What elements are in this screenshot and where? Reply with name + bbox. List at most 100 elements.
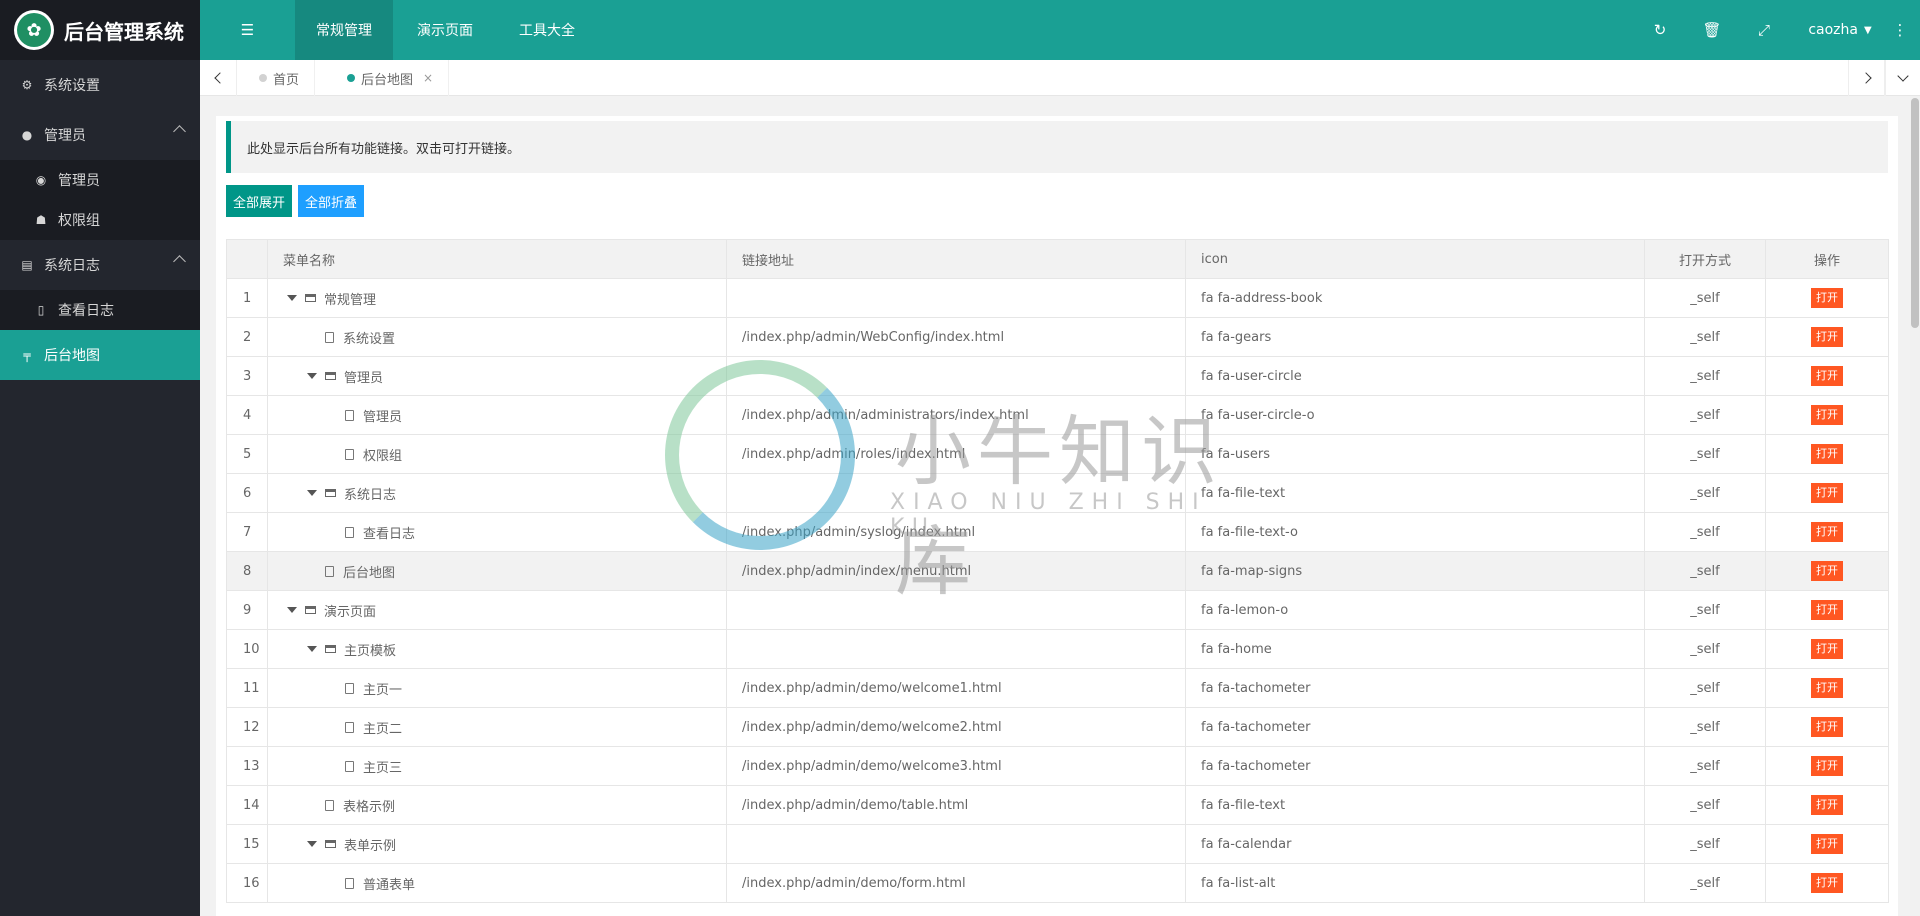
menu-name-cell[interactable]: 演示页面: [267, 590, 727, 630]
fullscreen-button[interactable]: ⤢: [1744, 0, 1784, 60]
caret-down-icon[interactable]: [307, 490, 317, 496]
open-button[interactable]: 打开: [1811, 834, 1843, 854]
open-button[interactable]: 打开: [1811, 366, 1843, 386]
menu-name-cell[interactable]: 表格示例: [267, 785, 727, 825]
table-row[interactable]: 4 管理员 /index.php/admin/administrators/in…: [226, 395, 1889, 435]
menu-name-cell[interactable]: 普通表单: [267, 863, 727, 903]
file-text-icon: ▤: [21, 258, 33, 272]
menu-name-cell[interactable]: 表单示例: [267, 824, 727, 864]
expand-all-button[interactable]: 全部展开: [226, 185, 293, 217]
caret-down-icon[interactable]: [307, 841, 317, 847]
caret-down-icon[interactable]: [307, 646, 317, 652]
table-row[interactable]: 1 常规管理 fa fa-address-book _self 打开: [226, 278, 1889, 318]
open-button[interactable]: 打开: [1811, 483, 1843, 503]
open-button[interactable]: 打开: [1811, 288, 1843, 308]
open-button[interactable]: 打开: [1811, 873, 1843, 893]
target-cell: _self: [1644, 629, 1766, 669]
tab-site-map[interactable]: 后台地图 ×: [332, 60, 450, 96]
table-row[interactable]: 2 系统设置 /index.php/admin/WebConfig/index.…: [226, 317, 1889, 357]
sidebar-item-view-log[interactable]: ▯ 查看日志: [0, 290, 200, 330]
menu-name-cell[interactable]: 主页模板: [267, 629, 727, 669]
open-button[interactable]: 打开: [1811, 444, 1843, 464]
open-button[interactable]: 打开: [1811, 678, 1843, 698]
open-button[interactable]: 打开: [1811, 756, 1843, 776]
menu-name-cell[interactable]: 管理员: [267, 395, 727, 435]
sidebar-item-admins[interactable]: ◉ 管理员: [0, 160, 200, 200]
icon-class-cell: fa fa-list-alt: [1185, 863, 1645, 903]
menu-name-cell[interactable]: 后台地图: [267, 551, 727, 591]
menu-name-cell[interactable]: 主页二: [267, 707, 727, 747]
column-header[interactable]: 打开方式: [1644, 239, 1766, 279]
column-header[interactable]: icon: [1185, 239, 1645, 279]
tabs-scroll-right-button[interactable]: [1848, 60, 1886, 96]
menu-name-cell[interactable]: 管理员: [267, 356, 727, 396]
file-text-o-icon: ▯: [37, 303, 45, 317]
row-index: 5: [226, 434, 268, 474]
url-cell: /index.php/admin/demo/form.html: [726, 863, 1186, 903]
refresh-button[interactable]: ↻: [1640, 0, 1680, 60]
caret-down-icon[interactable]: [287, 607, 297, 613]
open-button[interactable]: 打开: [1811, 639, 1843, 659]
icon-class-cell: fa fa-tachometer: [1185, 707, 1645, 747]
sidebar-item-system-settings[interactable]: ⚙ 系统设置: [0, 60, 200, 110]
open-button[interactable]: 打开: [1811, 600, 1843, 620]
table-row[interactable]: 12 主页二 /index.php/admin/demo/welcome2.ht…: [226, 707, 1889, 747]
tabs-menu-button[interactable]: [1884, 60, 1920, 96]
table-row[interactable]: 16 普通表单 /index.php/admin/demo/form.html …: [226, 863, 1889, 903]
table-row[interactable]: 10 主页模板 fa fa-home _self 打开: [226, 629, 1889, 669]
column-header[interactable]: 菜单名称: [267, 239, 727, 279]
user-menu[interactable]: caozha ▼: [1800, 0, 1880, 60]
sidebar-item-roles[interactable]: ☗ 权限组: [0, 200, 200, 240]
sidebar-item-site-map[interactable]: ╤ 后台地图: [0, 330, 200, 380]
open-button[interactable]: 打开: [1811, 795, 1843, 815]
open-button[interactable]: 打开: [1811, 327, 1843, 347]
menu-toggle-button[interactable]: ☰: [200, 0, 295, 60]
top-nav-item[interactable]: 演示页面: [395, 0, 495, 60]
menu-tree-table: 菜单名称 链接地址 icon 打开方式 操作 1 常规管理 fa fa-addr…: [226, 239, 1889, 903]
tab-label: 后台地图: [361, 72, 414, 88]
menu-name-cell[interactable]: 查看日志: [267, 512, 727, 552]
sidebar-item-syslog-group[interactable]: ▤ 系统日志: [0, 240, 200, 290]
menu-name-cell[interactable]: 权限组: [267, 434, 727, 474]
logo[interactable]: ✿ 后台管理系统: [0, 0, 200, 60]
open-button[interactable]: 打开: [1811, 405, 1843, 425]
url-cell: /index.php/admin/syslog/index.html: [726, 512, 1186, 552]
menu-name-cell[interactable]: 主页三: [267, 746, 727, 786]
tabs-scroll-left-button[interactable]: [200, 60, 237, 96]
open-button[interactable]: 打开: [1811, 561, 1843, 581]
caret-down-icon[interactable]: [287, 295, 297, 301]
table-row[interactable]: 3 管理员 fa fa-user-circle _self 打开: [226, 356, 1889, 396]
table-row[interactable]: 7 查看日志 /index.php/admin/syslog/index.htm…: [226, 512, 1889, 552]
table-row[interactable]: 8 后台地图 /index.php/admin/index/menu.html …: [226, 551, 1889, 591]
table-row[interactable]: 6 系统日志 fa fa-file-text _self 打开: [226, 473, 1889, 513]
sidebar-item-admins-group[interactable]: ● 管理员: [0, 110, 200, 160]
collapse-all-button[interactable]: 全部折叠: [298, 185, 365, 217]
file-icon: [345, 448, 354, 460]
menu-name-cell[interactable]: 常规管理: [267, 278, 727, 318]
open-button[interactable]: 打开: [1811, 522, 1843, 542]
sidebar-item-label: 权限组: [58, 213, 100, 229]
clear-cache-button[interactable]: 🗑: [1692, 0, 1732, 60]
table-row[interactable]: 15 表单示例 fa fa-calendar _self 打开: [226, 824, 1889, 864]
scrollbar-thumb[interactable]: [1911, 98, 1919, 328]
column-header[interactable]: 链接地址: [726, 239, 1186, 279]
menu-name-cell[interactable]: 系统日志: [267, 473, 727, 513]
table-row[interactable]: 14 表格示例 /index.php/admin/demo/table.html…: [226, 785, 1889, 825]
menu-name-cell[interactable]: 主页一: [267, 668, 727, 708]
open-button[interactable]: 打开: [1811, 717, 1843, 737]
menu-name-cell[interactable]: 系统设置: [267, 317, 727, 357]
table-row[interactable]: 5 权限组 /index.php/admin/roles/index.html …: [226, 434, 1889, 474]
url-cell: /index.php/admin/demo/welcome3.html: [726, 746, 1186, 786]
tab-home[interactable]: 首页: [244, 60, 316, 96]
target-cell: _self: [1644, 512, 1766, 552]
top-nav-item[interactable]: 工具大全: [497, 0, 597, 60]
more-button[interactable]: ⋮: [1880, 0, 1920, 60]
page-scrollbar[interactable]: [1910, 96, 1920, 916]
close-icon[interactable]: ×: [423, 71, 433, 85]
caret-down-icon[interactable]: [307, 373, 317, 379]
target-cell: _self: [1644, 785, 1766, 825]
table-row[interactable]: 13 主页三 /index.php/admin/demo/welcome3.ht…: [226, 746, 1889, 786]
table-row[interactable]: 11 主页一 /index.php/admin/demo/welcome1.ht…: [226, 668, 1889, 708]
top-nav-item[interactable]: 常规管理: [295, 0, 393, 60]
table-row[interactable]: 9 演示页面 fa fa-lemon-o _self 打开: [226, 590, 1889, 630]
